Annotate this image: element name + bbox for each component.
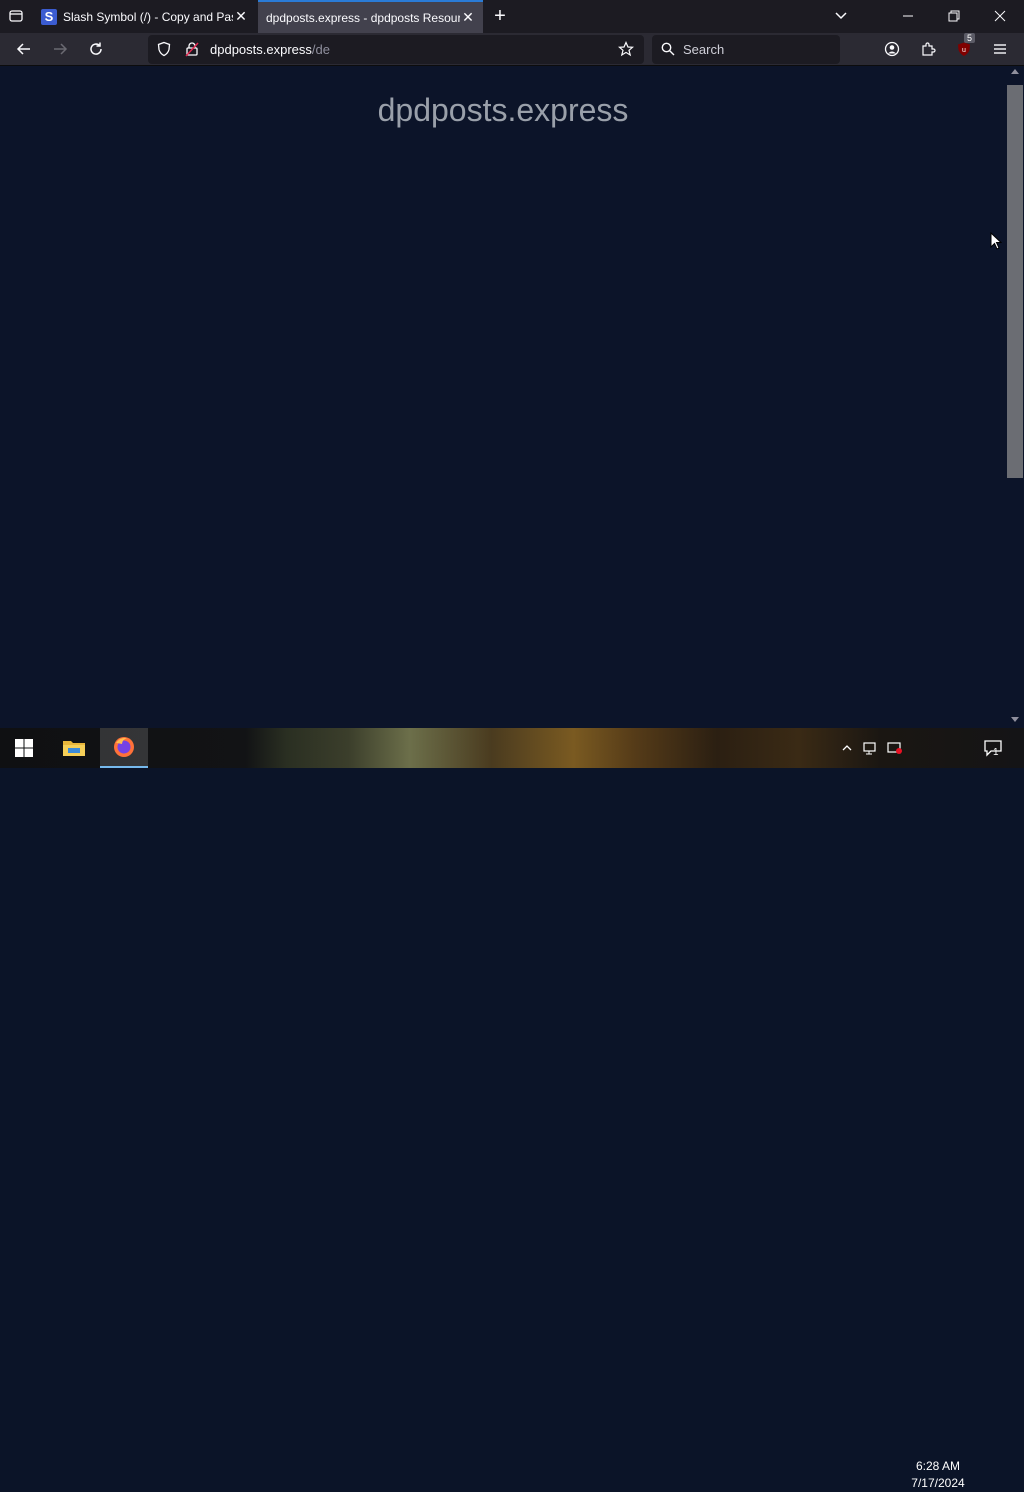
tab-slash-symbol[interactable]: S Slash Symbol (/) - Copy and Pas ✕ <box>34 0 256 33</box>
forward-arrow-icon[interactable] <box>48 37 72 61</box>
firefox-taskbar-icon[interactable] <box>100 728 148 768</box>
bookmark-star-icon[interactable] <box>614 37 638 61</box>
close-window-icon[interactable] <box>988 4 1012 28</box>
hamburger-menu-icon[interactable] <box>988 37 1012 61</box>
reload-icon[interactable] <box>84 37 108 61</box>
shield-icon[interactable] <box>152 37 176 61</box>
back-arrow-icon[interactable] <box>12 37 36 61</box>
url-path: /de <box>311 42 330 57</box>
address-bar[interactable]: dpdposts.express/de <box>148 35 644 64</box>
close-tab-icon[interactable]: ✕ <box>460 9 476 26</box>
page-content <box>0 66 1024 728</box>
close-tab-icon[interactable]: ✕ <box>233 8 249 25</box>
windows-start-icon[interactable] <box>0 728 48 768</box>
file-explorer-icon[interactable] <box>50 728 98 768</box>
search-placeholder: Search <box>683 42 725 57</box>
new-tab-icon[interactable]: + <box>488 4 512 28</box>
list-all-tabs-icon[interactable] <box>4 4 28 28</box>
navigation-toolbar: dpdposts.express/de Search u 5 <box>0 33 1024 66</box>
tab-strip: S Slash Symbol (/) - Copy and Pas ✕ dpdp… <box>0 0 1024 33</box>
show-hidden-icons-chevron-icon[interactable] <box>838 728 856 768</box>
tab-title: Slash Symbol (/) - Copy and Pas <box>63 9 233 24</box>
search-icon <box>656 37 680 61</box>
mouse-cursor-icon <box>990 231 1003 255</box>
network-icon[interactable] <box>860 728 882 768</box>
ublock-origin-icon[interactable]: u 5 <box>952 33 976 61</box>
restore-icon[interactable] <box>942 4 966 28</box>
url-host: dpdposts.express <box>210 42 312 57</box>
taskbar-clock[interactable]: 6:28 AM 7/17/2024 <box>906 1458 970 1492</box>
tab-dpdposts[interactable]: dpdposts.express - dpdposts Resour ✕ <box>258 0 483 33</box>
extension-badge: 5 <box>964 33 976 43</box>
action-center-icon[interactable]: 1 <box>978 728 1008 768</box>
scroll-up-arrow-icon[interactable] <box>1011 69 1019 74</box>
notification-count-badge: 1 <box>993 747 999 758</box>
account-icon[interactable] <box>880 37 904 61</box>
minimize-icon[interactable] <box>896 4 920 28</box>
scroll-down-arrow-icon[interactable] <box>1011 717 1019 722</box>
windows-taskbar: 6:28 AM 7/17/2024 1 <box>0 728 1024 1490</box>
clock-date: 7/17/2024 <box>911 1476 965 1490</box>
tab-favicon: S <box>41 8 57 25</box>
page-title: dpdposts.express <box>377 92 629 128</box>
url-text[interactable]: dpdposts.express/de <box>210 42 330 57</box>
svg-text:u: u <box>962 47 966 54</box>
scrollbar-thumb[interactable] <box>1007 85 1023 478</box>
volume-muted-icon[interactable] <box>884 728 906 768</box>
lock-insecure-icon[interactable] <box>180 37 204 61</box>
clock-time: 6:28 AM <box>915 1459 961 1473</box>
search-input[interactable]: Search <box>652 35 840 64</box>
extensions-puzzle-icon[interactable] <box>916 37 940 61</box>
tab-title: dpdposts.express - dpdposts Resour <box>266 10 460 25</box>
chevron-down-icon[interactable] <box>829 4 853 28</box>
